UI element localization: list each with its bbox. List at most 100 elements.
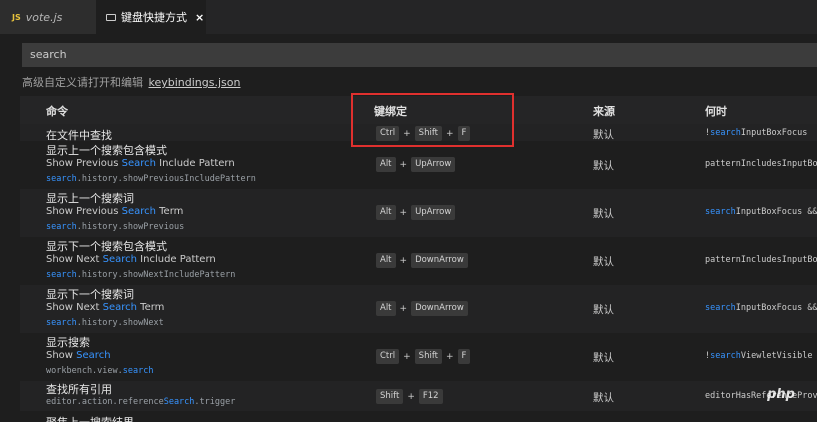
command-description: Show Previous Search Term: [46, 206, 183, 217]
source-label: 默认: [593, 256, 614, 268]
plus-separator: +: [446, 351, 454, 362]
match-highlight: search: [46, 174, 77, 184]
text-segment: Term: [155, 206, 184, 217]
match-highlight: search: [46, 270, 77, 280]
source-label: 默认: [593, 208, 614, 220]
text-segment: workbench.view.: [46, 366, 123, 376]
close-icon[interactable]: ×: [195, 11, 204, 24]
command-title: 显示上一个搜索词: [46, 192, 134, 205]
text-segment: .history.showPrevious: [76, 222, 185, 232]
text-segment: Show Previous: [46, 158, 122, 169]
keybindings-json-link[interactable]: keybindings.json: [149, 76, 241, 89]
source-label: 默认: [593, 352, 614, 364]
table-row[interactable]: 在文件中查找 Ctrl + Shift + F 默认 !searchInputBoxFocus: [20, 124, 817, 142]
command-description: Show Next Search Include Pattern: [46, 254, 216, 265]
keybinding[interactable]: Ctrl + Shift + F: [376, 126, 471, 141]
text-segment: editor.action.reference: [46, 397, 164, 407]
match-highlight: Search: [121, 158, 156, 169]
tab-bar: JS vote.js 键盘快捷方式 ×: [0, 0, 817, 34]
text-segment: Show Next: [46, 302, 103, 313]
text-segment: Show: [46, 350, 77, 361]
js-file-icon: JS: [12, 12, 21, 22]
key-cap: Alt: [376, 301, 396, 316]
column-header-source[interactable]: 来源: [593, 103, 615, 119]
key-cap: Shift: [414, 349, 442, 364]
key-cap: Alt: [376, 157, 396, 172]
table-row[interactable]: 显示搜索 Show Search workbench.view.search Ctrl…: [20, 333, 817, 381]
key-cap: Shift: [414, 126, 442, 141]
text-segment: Show Previous: [46, 206, 122, 217]
plus-separator: +: [407, 391, 415, 402]
column-header-command[interactable]: 命令: [46, 103, 68, 119]
keybinding[interactable]: Alt + UpArrow: [376, 205, 456, 220]
table-row[interactable]: 查找所有引用 editor.action.referenceSearch.trig…: [20, 381, 817, 411]
command-description: Show Previous Search Include Pattern: [46, 158, 235, 169]
tab-keyboard-shortcuts[interactable]: 键盘快捷方式 ×: [96, 0, 206, 34]
text-segment: Include Pattern: [155, 158, 235, 169]
key-cap: UpArrow: [411, 205, 456, 220]
command-title: 显示上一个搜索包含模式: [46, 144, 167, 157]
match-highlight: Search: [163, 397, 195, 407]
table-row[interactable]: 显示下一个搜索包含模式 Show Next Search Include Patt…: [20, 237, 817, 285]
keybinding[interactable]: Alt + DownArrow: [376, 301, 468, 316]
key-cap: DownArrow: [411, 301, 468, 316]
source-label: 默认: [593, 129, 614, 141]
plus-separator: +: [399, 159, 408, 170]
text-segment: InputBoxFocus: [740, 128, 808, 138]
keybinding[interactable]: Alt + UpArrow: [376, 157, 456, 172]
tab-vote-js[interactable]: JS vote.js: [0, 0, 96, 34]
tab-label: vote.js: [25, 10, 63, 24]
text-segment: InputBoxFocus &&: [735, 207, 817, 217]
when-clause: !searchInputBoxFocus: [705, 128, 807, 138]
key-cap: F: [457, 349, 471, 364]
command-description: Show Search: [46, 350, 111, 361]
command-title: 显示下一个搜索词: [46, 288, 134, 301]
key-cap: Alt: [376, 205, 396, 220]
command-title: 查找所有引用: [46, 383, 112, 396]
column-header-keybinding[interactable]: 键绑定: [374, 103, 407, 119]
table-row[interactable]: 显示下一个搜索词 Show Next Search Term search.hist…: [20, 285, 817, 333]
when-clause: patternIncludesInputBo: [705, 159, 817, 169]
command-title: 聚焦上一搜索结果: [46, 414, 134, 422]
key-cap: UpArrow: [411, 157, 456, 172]
table-row[interactable]: 聚焦上一搜索结果: [20, 411, 817, 422]
plus-separator: +: [399, 207, 408, 218]
table-row[interactable]: 显示上一个搜索包含模式 Show Previous Search Include …: [20, 141, 817, 189]
match-highlight: Search: [102, 254, 137, 265]
source-label: 默认: [593, 304, 614, 316]
source-label: 默认: [593, 160, 614, 172]
source-label: 默认: [593, 392, 614, 404]
command-id: search.history.showPrevious: [46, 222, 184, 232]
search-input[interactable]: search: [22, 43, 817, 67]
keybinding[interactable]: Alt + DownArrow: [376, 253, 468, 268]
text-segment: .trigger: [194, 397, 236, 407]
when-clause: searchInputBoxFocus &&: [705, 207, 817, 217]
command-id: search.history.showPreviousIncludePatter…: [46, 174, 256, 184]
keybinding[interactable]: Ctrl + Shift + F: [376, 349, 471, 364]
when-clause: patternIncludesInputBo: [705, 255, 817, 265]
key-cap: F: [457, 126, 471, 141]
command-id: search.history.showNext: [46, 318, 164, 328]
text-segment: Include Pattern: [137, 254, 216, 265]
match-highlight: search: [705, 207, 736, 217]
command-id: workbench.view.search: [46, 366, 153, 376]
match-highlight: search: [710, 351, 741, 361]
editor-window: JS vote.js 键盘快捷方式 × search 高级自定义请打开和编辑 k…: [0, 0, 817, 422]
key-cap: Ctrl: [376, 349, 400, 364]
column-header-when[interactable]: 何时: [705, 103, 727, 119]
hint-prefix: 高级自定义请打开和编辑: [22, 76, 143, 89]
when-clause: !searchViewletVisible: [705, 351, 813, 361]
match-highlight: search: [710, 128, 741, 138]
command-title: 显示搜索: [46, 336, 90, 349]
when-clause: editorHasReferenceProv: [705, 391, 817, 401]
plus-separator: +: [399, 303, 408, 314]
match-highlight: search: [46, 222, 77, 232]
text-segment: ViewletVisible: [740, 351, 813, 361]
keybinding[interactable]: Shift + F12: [376, 389, 443, 404]
when-clause: searchInputBoxFocus &&: [705, 303, 817, 313]
match-highlight: search: [705, 303, 736, 313]
match-highlight: search: [122, 366, 154, 376]
match-highlight: Search: [76, 350, 111, 361]
table-row[interactable]: 显示上一个搜索词 Show Previous Search Term search.…: [20, 189, 817, 237]
match-highlight: search: [46, 318, 77, 328]
